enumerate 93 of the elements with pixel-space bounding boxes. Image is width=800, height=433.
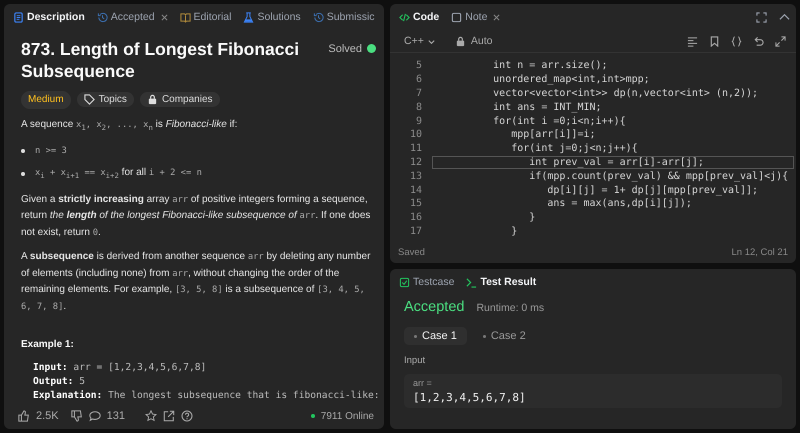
bullet-text: n >= 3 xyxy=(35,144,67,158)
share-icon[interactable] xyxy=(163,410,175,422)
solved-status: Solved xyxy=(328,42,362,57)
solved-dot xyxy=(367,44,376,53)
language-dropdown[interactable]: C++ xyxy=(398,34,442,48)
panel-tab[interactable]: Test Result xyxy=(463,274,540,290)
example-line: Output: 5 xyxy=(33,374,86,388)
panel-tab[interactable]: Testcase xyxy=(396,274,458,290)
code-line: int n = arr.size(); xyxy=(492,59,609,72)
terminal-icon xyxy=(466,276,478,288)
lock-icon xyxy=(454,36,466,46)
code-line: dp[i][j] = 1+ dp[j][mpp[prev_val]]; xyxy=(546,184,760,197)
line-number: 9 xyxy=(414,116,423,127)
code-line: int ans = INT_MIN; xyxy=(492,100,603,114)
code-line: vector<vector<int>> dp(n,vector<int> (n,2)); xyxy=(492,86,760,100)
line-number: 11 xyxy=(408,143,423,154)
code-line: if(mpp.count(prev_val) && mpp[prev_val]<j){ xyxy=(528,170,790,183)
case-tab[interactable]: Case 1 xyxy=(404,327,467,345)
line-number: 6 xyxy=(414,74,423,86)
code-line: unordered_map<int,int>mpp; xyxy=(492,73,651,86)
help-icon[interactable] xyxy=(181,410,193,422)
tag-button[interactable]: Topics xyxy=(76,92,134,108)
line-number: 15 xyxy=(408,198,423,210)
document-icon xyxy=(13,12,24,22)
book-icon xyxy=(180,12,191,22)
lock-icon xyxy=(146,94,158,106)
line-number: 16 xyxy=(408,212,423,224)
line-number: 10 xyxy=(408,129,423,140)
format-icon[interactable] xyxy=(687,36,698,46)
braces-icon[interactable] xyxy=(731,36,742,46)
panel-tab[interactable]: Note xyxy=(448,9,504,25)
code-line: mpp[arr[i]]=i; xyxy=(510,128,597,142)
description-paragraph: A subsequence is derived from another sequence arr by deleting any number of elements (including none) from arr, without changing the order of the remaining elements. For example, [3, 5, 8] is a subsequence of [3, 4, 5, 6, 7, 8]. xyxy=(21,250,372,314)
code-line: } xyxy=(528,211,536,224)
bookmark-icon[interactable] xyxy=(709,36,720,46)
flask-icon xyxy=(243,12,254,22)
expand-icon[interactable] xyxy=(756,12,767,22)
line-number: 7 xyxy=(414,88,423,99)
thumbs-down-icon[interactable] xyxy=(70,410,83,422)
chevron-up-icon[interactable] xyxy=(779,12,790,22)
panel-tab[interactable]: Code xyxy=(396,9,442,25)
save-status: Saved xyxy=(398,246,425,258)
runtime-text: Runtime: 0 ms xyxy=(476,302,544,314)
bullet-icon xyxy=(21,149,25,153)
close-icon[interactable] xyxy=(160,14,168,20)
param-value: [1,2,3,4,5,6,7,8] xyxy=(413,391,527,404)
close-icon[interactable] xyxy=(493,14,500,20)
bullet-text: x$_{i}$ + x$_{i+1}$ == x$_{i+2}$ for all i + 2 <= n xyxy=(35,166,202,182)
bullet-icon xyxy=(21,172,25,176)
code-line: for(int j=0;j<n;j++){ xyxy=(510,142,639,156)
line-number: 8 xyxy=(414,102,423,113)
panel-tab[interactable]: Editorial xyxy=(176,9,234,25)
comment-icon[interactable] xyxy=(88,410,101,422)
description-paragraph: Given a strictly increasing array arr of positive integers forming a sequence, return the length of the longest Fibonacci-like subsequence of arr. If one does not exist, return 0. xyxy=(21,192,372,240)
verdict-text: Accepted xyxy=(404,299,464,315)
code-line: for(int i =0;i<n;i++){ xyxy=(492,114,627,128)
description-paragraph: A sequence x$_{1}$, x$_{2}$, ..., x$_{n}$ is Fibonacci-like if: xyxy=(21,118,238,134)
code-line: } xyxy=(510,224,518,238)
fullscreen-icon[interactable] xyxy=(775,36,786,46)
line-number: 14 xyxy=(408,184,423,196)
input-label: Input xyxy=(404,355,426,366)
mode-label: Auto xyxy=(470,35,492,47)
like-count: 2.5K xyxy=(36,410,59,422)
panel-tab[interactable]: Accepted xyxy=(94,9,171,25)
tag-icon xyxy=(84,94,95,106)
param-name: arr = xyxy=(413,378,433,388)
note-icon xyxy=(451,12,462,22)
undo-icon[interactable] xyxy=(753,36,764,46)
star-icon[interactable] xyxy=(145,410,157,422)
comment-count: 131 xyxy=(106,410,125,422)
panel-tab[interactable]: Description xyxy=(10,9,88,25)
problem-title: 873. Length of Longest Fibonacci Subsequence xyxy=(21,38,300,82)
example-line: Input: arr = [1,2,3,4,5,6,7,8] xyxy=(33,360,208,374)
panel-tab[interactable]: Submissic xyxy=(310,9,378,25)
example-line: Explanation: The longest subsequence that is fibonacci-like: xyxy=(33,388,376,402)
cursor-position: Ln 12, Col 21 xyxy=(731,246,788,258)
thumbs-up-icon[interactable] xyxy=(18,410,30,422)
line-number: 5 xyxy=(414,60,423,72)
online-count: 7911 Online xyxy=(320,410,374,422)
history-icon xyxy=(312,12,324,22)
example-title: Example 1: xyxy=(21,338,75,352)
checkbox-icon xyxy=(399,276,410,288)
tag-button[interactable]: Companies xyxy=(140,92,220,108)
line-number: 12 xyxy=(408,156,423,168)
line-number: 17 xyxy=(408,226,423,237)
code-line: ans = max(ans,dp[i][j]); xyxy=(546,197,693,210)
online-dot xyxy=(310,414,315,418)
panel-tab[interactable]: Solutions xyxy=(240,9,304,25)
case-tab[interactable]: Case 2 xyxy=(472,327,536,345)
line-number: 13 xyxy=(408,170,423,182)
code-icon xyxy=(399,12,410,22)
difficulty-badge: Medium xyxy=(21,91,71,108)
history-icon xyxy=(96,12,108,22)
